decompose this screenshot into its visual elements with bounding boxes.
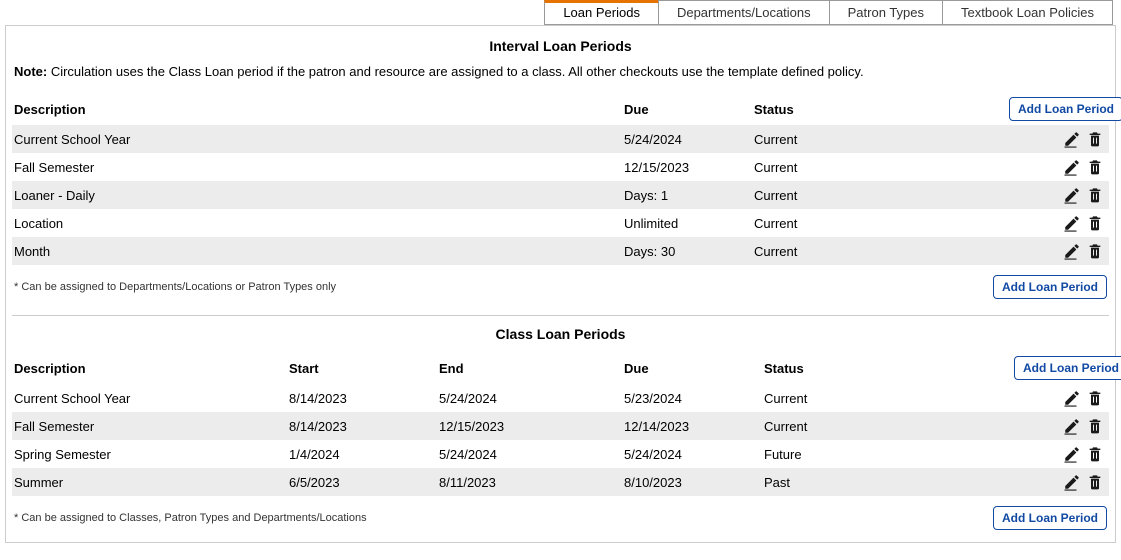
tab-patron-types[interactable]: Patron Types xyxy=(829,0,943,25)
cell-status: Current xyxy=(754,132,1009,147)
class-footnote: * Can be assigned to Classes, Patron Typ… xyxy=(14,512,367,524)
cell-description: Loaner - Daily xyxy=(14,188,624,203)
interval-note-prefix: Note: xyxy=(14,64,47,79)
table-row: Summer6/5/20238/11/20238/10/2023Past xyxy=(12,468,1109,496)
interval-footnote: * Can be assigned to Departments/Locatio… xyxy=(14,281,336,293)
trash-icon[interactable] xyxy=(1087,158,1103,176)
cell-status: Current xyxy=(754,216,1009,231)
cell-end: 5/24/2024 xyxy=(439,391,624,406)
cell-status: Current xyxy=(754,188,1009,203)
edit-icon[interactable] xyxy=(1063,130,1081,148)
interval-header-status: Status xyxy=(754,102,1009,117)
edit-icon[interactable] xyxy=(1063,473,1081,491)
edit-icon[interactable] xyxy=(1063,242,1081,260)
cell-status: Current xyxy=(764,391,1014,406)
cell-status: Past xyxy=(764,475,1014,490)
class-section-title: Class Loan Periods xyxy=(12,322,1109,352)
class-footer: * Can be assigned to Classes, Patron Typ… xyxy=(12,496,1109,532)
cell-due: 8/10/2023 xyxy=(624,475,764,490)
cell-due: 5/24/2024 xyxy=(624,132,754,147)
cell-end: 12/15/2023 xyxy=(439,419,624,434)
table-row: Spring Semester1/4/20245/24/20245/24/202… xyxy=(12,440,1109,468)
interval-note: Note: Circulation uses the Class Loan pe… xyxy=(12,64,1109,93)
content-panel: Interval Loan Periods Note: Circulation … xyxy=(5,25,1116,543)
cell-start: 8/14/2023 xyxy=(289,391,439,406)
interval-section-title: Interval Loan Periods xyxy=(12,34,1109,64)
trash-icon[interactable] xyxy=(1087,445,1103,463)
interval-footer: * Can be assigned to Departments/Locatio… xyxy=(12,265,1109,301)
cell-status: Future xyxy=(764,447,1014,462)
edit-icon[interactable] xyxy=(1063,214,1081,232)
tab-textbook-loan-policies[interactable]: Textbook Loan Policies xyxy=(942,0,1113,25)
cell-due: Days: 1 xyxy=(624,188,754,203)
edit-icon[interactable] xyxy=(1063,417,1081,435)
add-loan-period-button[interactable]: Add Loan Period xyxy=(1014,356,1121,380)
interval-header-due: Due xyxy=(624,102,754,117)
class-header-due: Due xyxy=(624,361,764,376)
trash-icon[interactable] xyxy=(1087,186,1103,204)
add-loan-period-button[interactable]: Add Loan Period xyxy=(993,275,1107,299)
class-header-end: End xyxy=(439,361,624,376)
table-row: LocationUnlimitedCurrent xyxy=(12,209,1109,237)
class-header-status: Status xyxy=(764,361,1014,376)
cell-description: Location xyxy=(14,216,624,231)
cell-description: Month xyxy=(14,244,624,259)
table-row: Fall Semester12/15/2023Current xyxy=(12,153,1109,181)
cell-start: 1/4/2024 xyxy=(289,447,439,462)
table-row: Loaner - DailyDays: 1Current xyxy=(12,181,1109,209)
cell-description: Spring Semester xyxy=(14,447,289,462)
add-loan-period-button[interactable]: Add Loan Period xyxy=(993,506,1107,530)
cell-description: Current School Year xyxy=(14,132,624,147)
trash-icon[interactable] xyxy=(1087,130,1103,148)
interval-header-description: Description xyxy=(14,102,624,117)
cell-end: 5/24/2024 xyxy=(439,447,624,462)
section-divider xyxy=(12,315,1109,316)
edit-icon[interactable] xyxy=(1063,389,1081,407)
edit-icon[interactable] xyxy=(1063,186,1081,204)
interval-header-row: Description Due Status Add Loan Period xyxy=(12,93,1109,125)
cell-status: Current xyxy=(754,244,1009,259)
tab-departments-locations[interactable]: Departments/Locations xyxy=(658,0,830,25)
table-row: Fall Semester8/14/202312/15/202312/14/20… xyxy=(12,412,1109,440)
cell-description: Fall Semester xyxy=(14,419,289,434)
trash-icon[interactable] xyxy=(1087,214,1103,232)
cell-end: 8/11/2023 xyxy=(439,475,624,490)
cell-due: 12/14/2023 xyxy=(624,419,764,434)
table-row: Current School Year8/14/20235/24/20245/2… xyxy=(12,384,1109,412)
interval-note-text: Circulation uses the Class Loan period i… xyxy=(47,64,863,79)
cell-due: Days: 30 xyxy=(624,244,754,259)
cell-description: Current School Year xyxy=(14,391,289,406)
table-row: Current School Year5/24/2024Current xyxy=(12,125,1109,153)
trash-icon[interactable] xyxy=(1087,242,1103,260)
add-loan-period-button[interactable]: Add Loan Period xyxy=(1009,97,1121,121)
cell-description: Fall Semester xyxy=(14,160,624,175)
trash-icon[interactable] xyxy=(1087,417,1103,435)
cell-start: 8/14/2023 xyxy=(289,419,439,434)
cell-due: 5/24/2024 xyxy=(624,447,764,462)
trash-icon[interactable] xyxy=(1087,473,1103,491)
edit-icon[interactable] xyxy=(1063,158,1081,176)
cell-status: Current xyxy=(754,160,1009,175)
cell-start: 6/5/2023 xyxy=(289,475,439,490)
trash-icon[interactable] xyxy=(1087,389,1103,407)
cell-due: 5/23/2024 xyxy=(624,391,764,406)
cell-description: Summer xyxy=(14,475,289,490)
cell-due: 12/15/2023 xyxy=(624,160,754,175)
tab-bar: Loan PeriodsDepartments/LocationsPatron … xyxy=(0,0,1121,25)
class-header-description: Description xyxy=(14,361,289,376)
tab-loan-periods[interactable]: Loan Periods xyxy=(544,0,659,25)
class-header-start: Start xyxy=(289,361,439,376)
cell-status: Current xyxy=(764,419,1014,434)
table-row: MonthDays: 30Current xyxy=(12,237,1109,265)
class-header-row: Description Start End Due Status Add Loa… xyxy=(12,352,1109,384)
cell-due: Unlimited xyxy=(624,216,754,231)
edit-icon[interactable] xyxy=(1063,445,1081,463)
